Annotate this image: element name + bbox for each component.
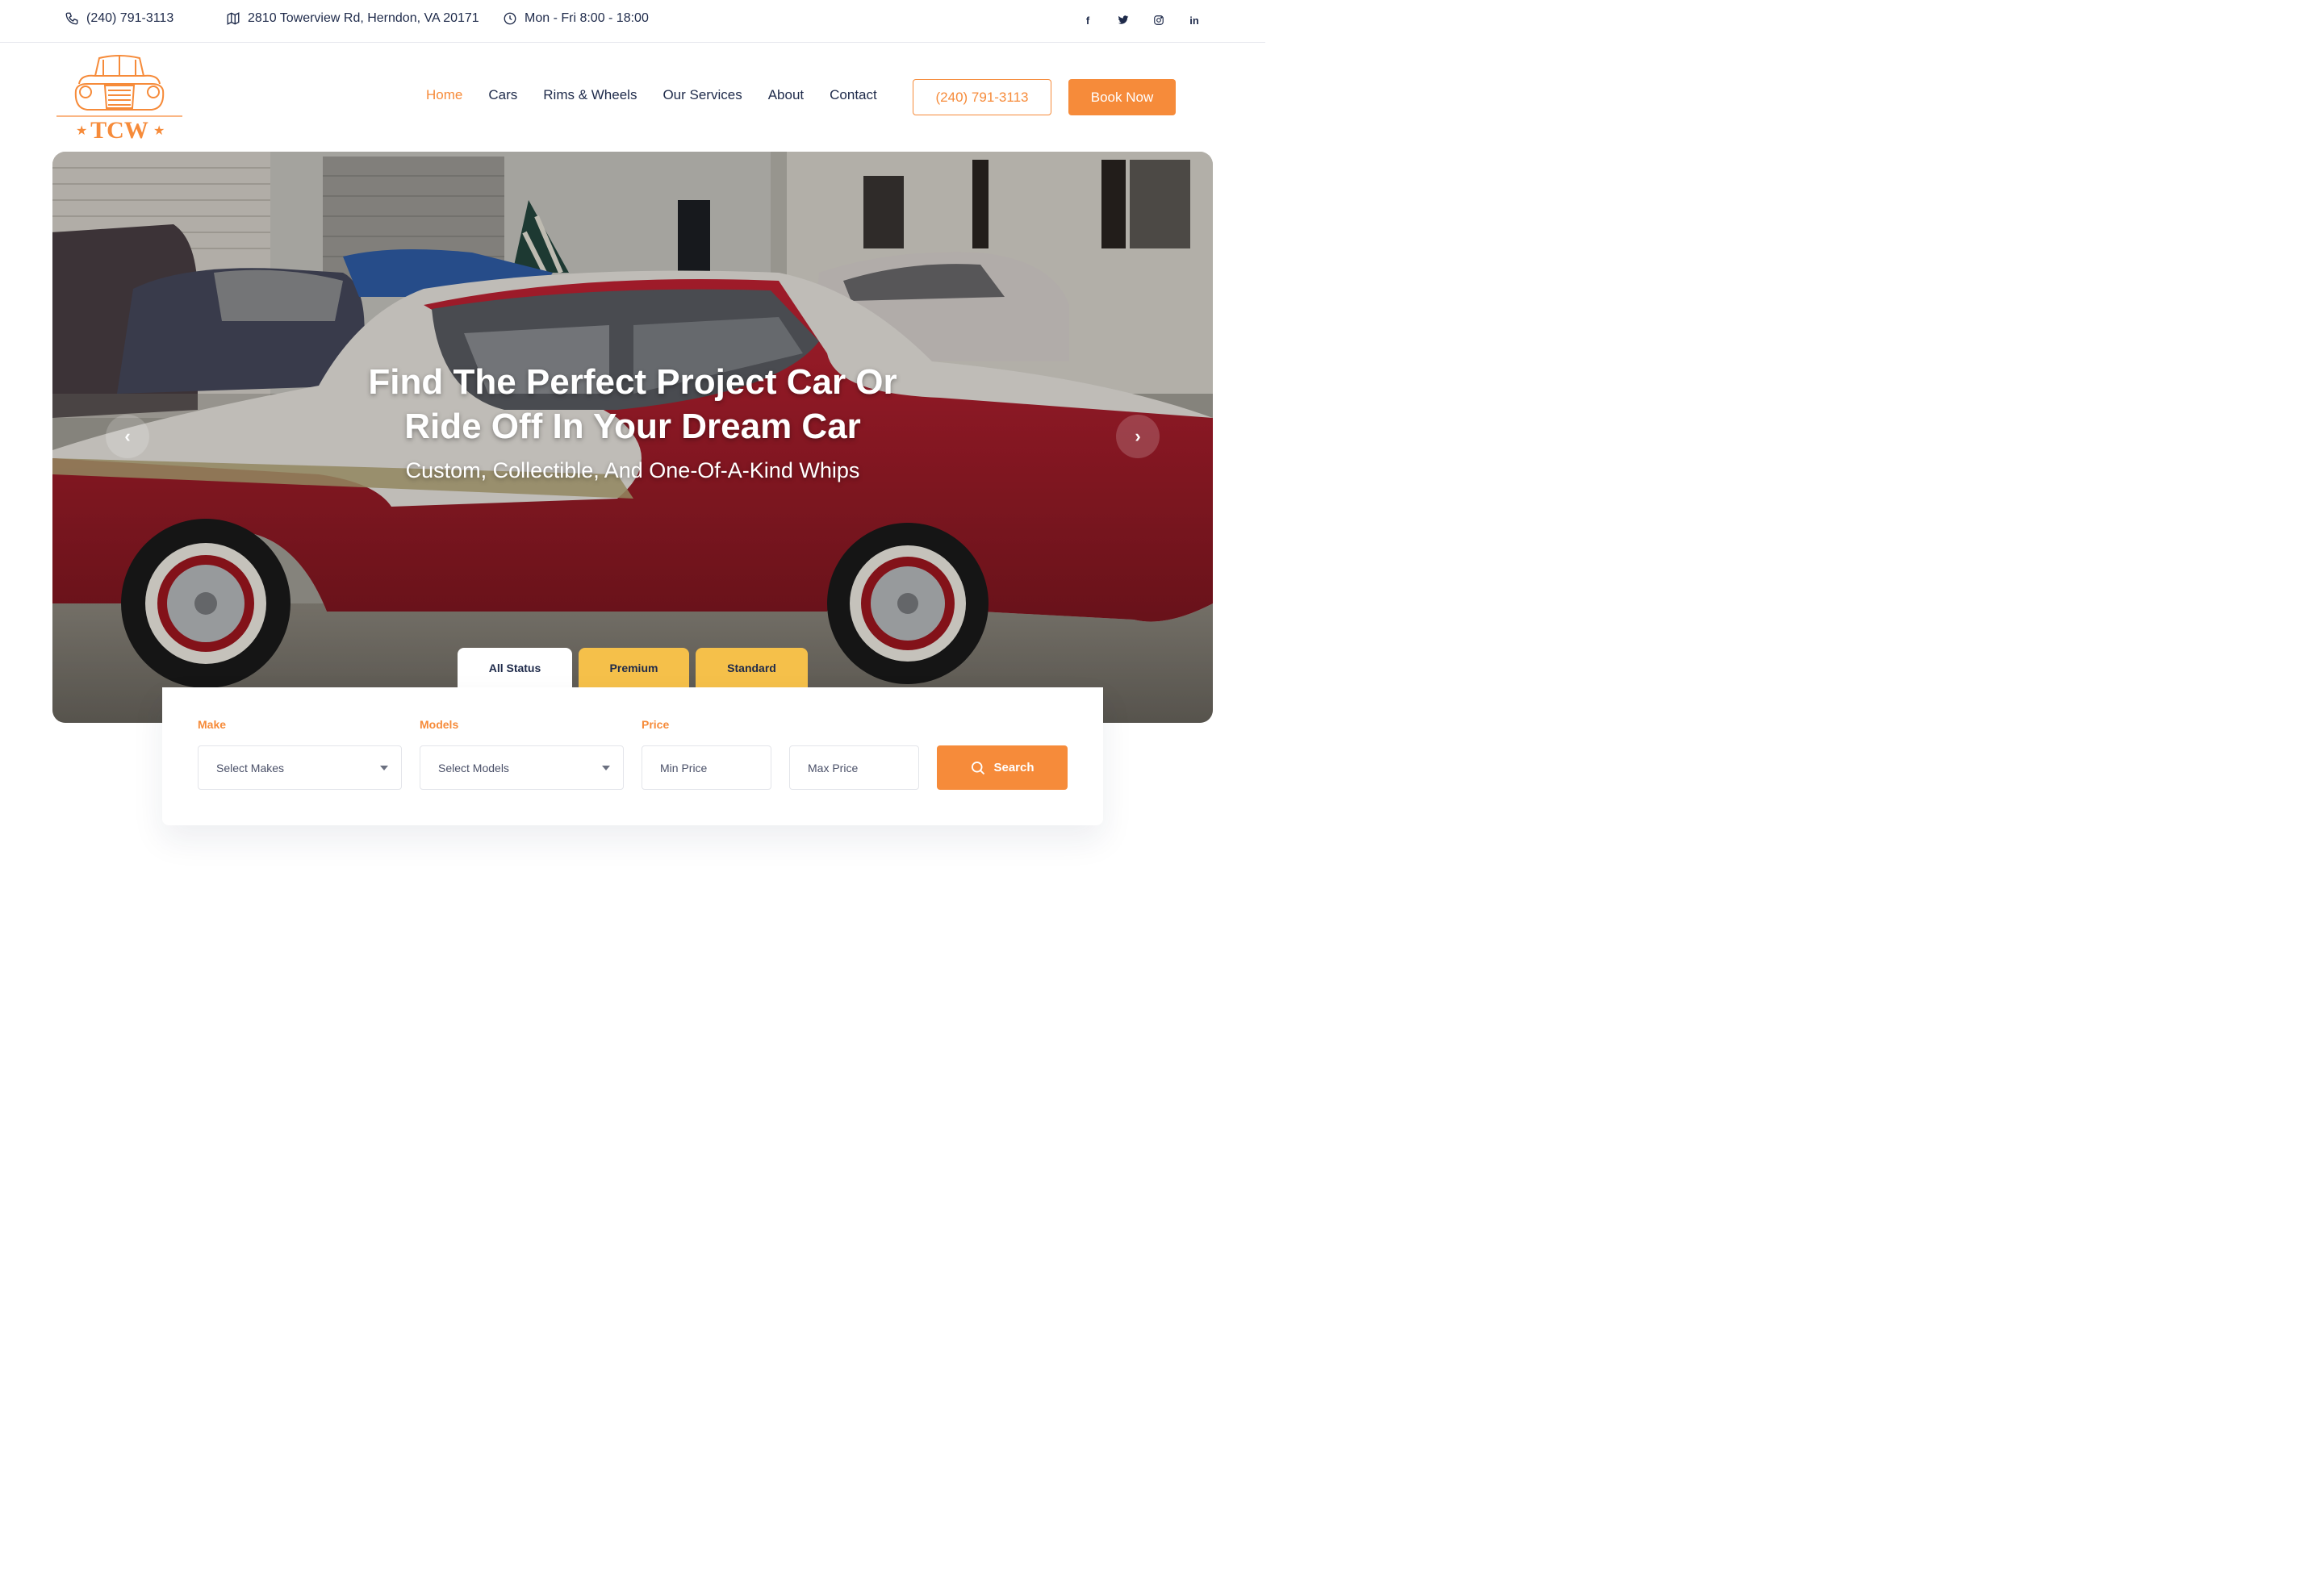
min-price-input[interactable]: Min Price [642, 745, 771, 790]
models-select-value: Select Models [438, 761, 509, 774]
nav-about[interactable]: About [768, 87, 804, 103]
models-label: Models [420, 718, 459, 731]
phone-icon [65, 12, 78, 25]
max-price-input[interactable]: Max Price [789, 745, 919, 790]
make-label: Make [198, 718, 227, 731]
instagram-icon[interactable] [1152, 14, 1165, 27]
logo-text: TCW [90, 117, 148, 142]
search-icon [972, 761, 985, 774]
main-nav: Home Cars Rims & Wheels Our Services Abo… [426, 87, 877, 103]
make-select[interactable]: Select Makes [198, 745, 402, 790]
phone-button[interactable]: (240) 791-3113 [913, 79, 1051, 115]
min-price-placeholder: Min Price [660, 761, 708, 774]
top-hours-text: Mon - Fri 8:00 - 18:00 [525, 11, 649, 25]
top-hours: Mon - Fri 8:00 - 18:00 [503, 11, 649, 26]
nav-contact[interactable]: Contact [830, 87, 877, 103]
top-phone[interactable]: (240) 791-3113 [65, 11, 173, 26]
facebook-icon[interactable]: f [1081, 14, 1094, 27]
svg-text:★: ★ [76, 123, 87, 138]
search-button-label: Search [993, 761, 1035, 774]
social-links: f in [1081, 14, 1201, 27]
caret-down-icon [602, 766, 610, 770]
clock-icon [504, 12, 516, 25]
hero-title-line1: Find The Perfect Project Car Or [368, 362, 897, 402]
models-select[interactable]: Select Models [420, 745, 624, 790]
nav-our-services[interactable]: Our Services [663, 87, 742, 103]
top-address-text: 2810 Towerview Rd, Herndon, VA 20171 [248, 11, 479, 25]
tab-premium[interactable]: Premium [579, 648, 689, 688]
car-search-panel: Make Models Price Select Makes Select Mo… [162, 687, 1103, 825]
make-select-value: Select Makes [216, 761, 285, 774]
site-logo[interactable]: TCW ★ ★ [55, 52, 184, 144]
nav-home[interactable]: Home [426, 87, 462, 103]
hero-subtitle: Custom, Collectible, And One-Of-A-Kind W… [405, 458, 860, 482]
price-label: Price [642, 718, 670, 731]
twitter-icon[interactable] [1117, 14, 1130, 27]
nav-rims-wheels[interactable]: Rims & Wheels [543, 87, 637, 103]
max-price-placeholder: Max Price [808, 761, 859, 774]
tab-standard[interactable]: Standard [696, 648, 808, 688]
svg-text:★: ★ [153, 123, 165, 138]
car-logo-icon: TCW ★ ★ [56, 55, 182, 144]
slider-prev-button[interactable]: ‹ [106, 415, 149, 458]
hero-title: Find The Perfect Project Car Or Ride Off… [52, 360, 1213, 449]
map-icon [227, 12, 240, 25]
nav-cars[interactable]: Cars [488, 87, 517, 103]
top-phone-text: (240) 791-3113 [86, 11, 174, 25]
top-address: 2810 Towerview Rd, Herndon, VA 20171 [226, 11, 479, 26]
top-bar: (240) 791-3113 2810 Towerview Rd, Herndo… [0, 0, 1265, 43]
search-button[interactable]: Search [937, 745, 1068, 790]
caret-down-icon [380, 766, 388, 770]
chevron-right-icon: › [1135, 426, 1141, 446]
hero-title-line2: Ride Off In Your Dream Car [404, 407, 861, 446]
tab-all-status[interactable]: All Status [458, 648, 572, 688]
slider-next-button[interactable]: › [1116, 415, 1160, 458]
hero-slider: Find The Perfect Project Car Or Ride Off… [52, 152, 1213, 723]
linkedin-icon[interactable]: in [1188, 14, 1201, 27]
book-now-button[interactable]: Book Now [1068, 79, 1176, 115]
chevron-left-icon: ‹ [124, 426, 131, 446]
